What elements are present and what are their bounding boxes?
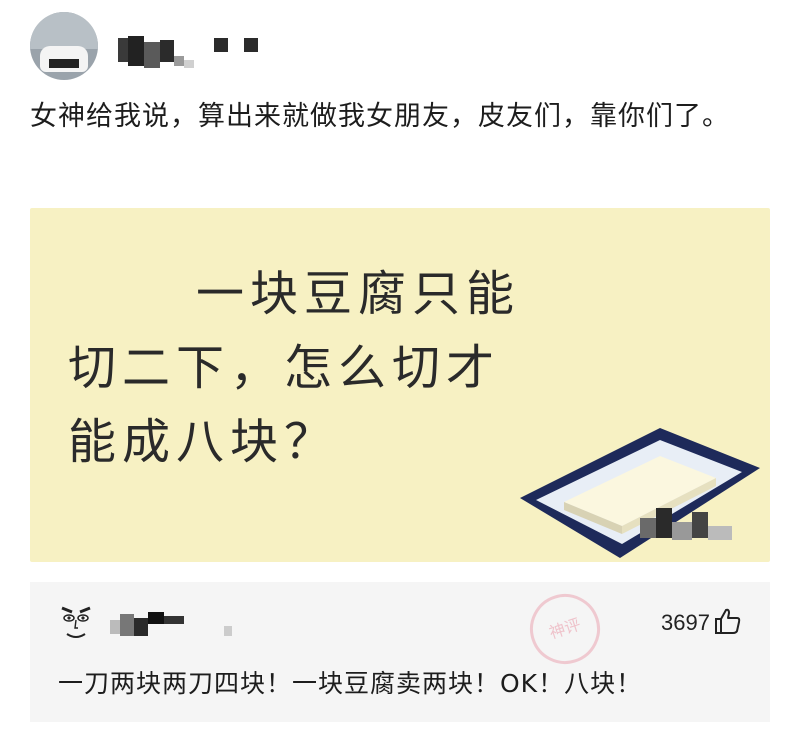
comment-text: 一刀两块两刀四块！一块豆腐卖两块！OK！八块！ xyxy=(58,669,643,698)
commenter-avatar[interactable] xyxy=(58,602,94,644)
avatar[interactable] xyxy=(30,12,98,80)
meme-line-1: 一块豆腐只能 xyxy=(196,266,521,322)
like-count: 3697 xyxy=(661,610,710,635)
hot-comment-stamp: 神评 xyxy=(520,584,610,674)
avatar-background xyxy=(30,12,98,50)
username-redacted[interactable] xyxy=(118,36,198,70)
meme-image[interactable]: 一块豆腐只能 切二下，怎么切才 能成八块？ xyxy=(30,208,770,562)
meme-line-2: 切二下，怎么切才 xyxy=(68,340,501,396)
image-watermark-redacted xyxy=(640,508,760,552)
post-meta-redacted xyxy=(214,38,264,54)
commenter-name-redacted[interactable] xyxy=(110,612,250,640)
meme-line-3: 能成八块？ xyxy=(68,414,339,470)
thumbs-up-icon[interactable] xyxy=(712,606,742,636)
post-text: 女神给我说，算出来就做我女朋友，皮友们，靠你们了。 xyxy=(30,101,730,132)
avatar-plate xyxy=(49,59,79,68)
hot-comment[interactable]: 神评 3697 一刀两块两刀四块！一块豆腐卖两块！OK！八块！ xyxy=(30,582,770,722)
